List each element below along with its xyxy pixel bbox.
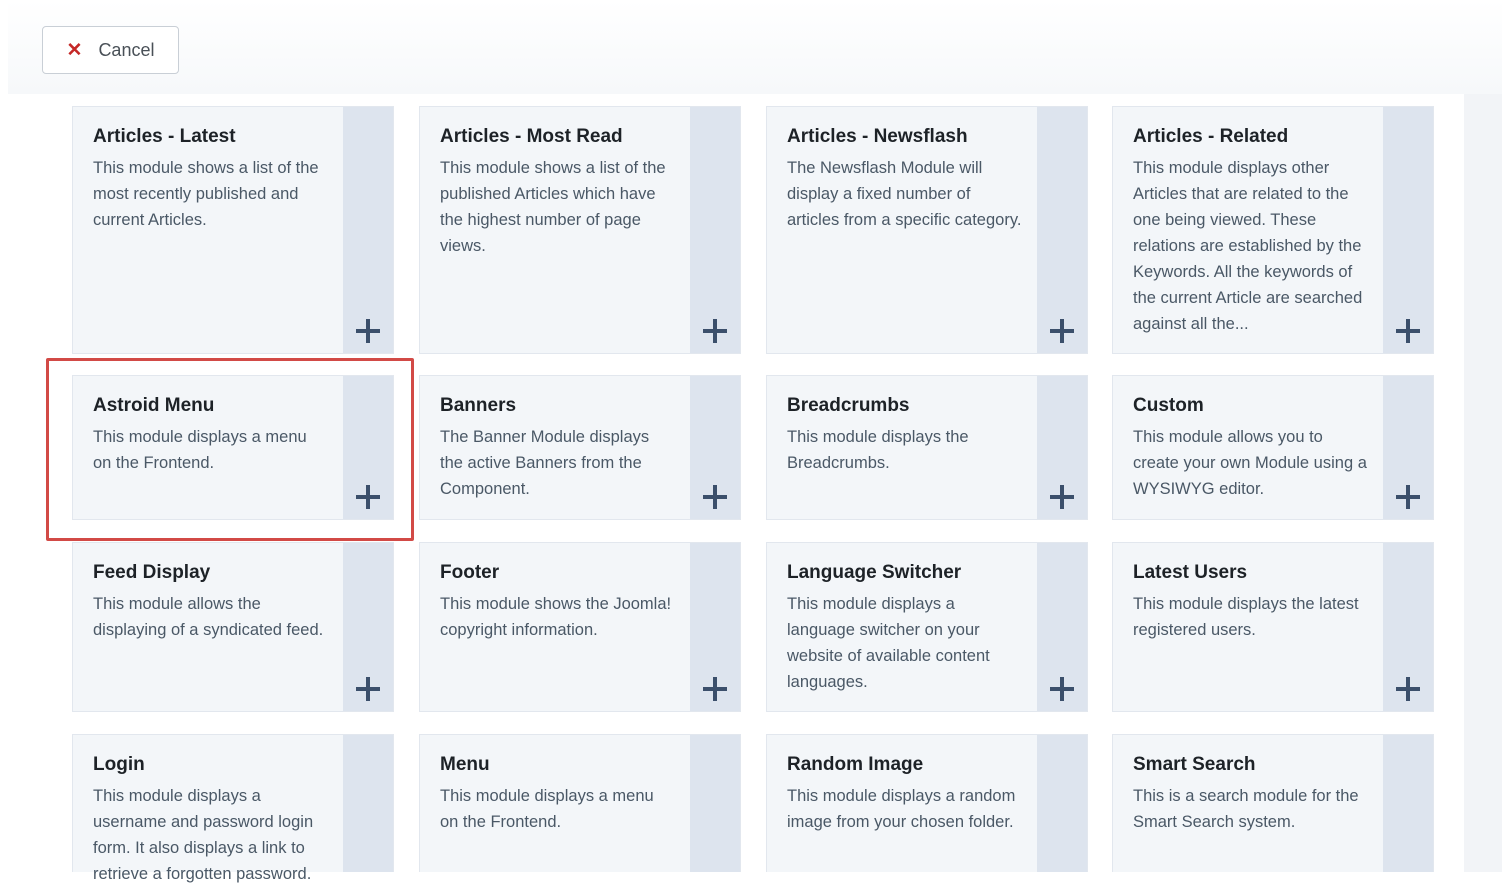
module-title: Footer [440,562,500,583]
add-module-button[interactable] [1383,543,1433,711]
plus-icon [356,677,380,701]
add-module-button[interactable] [343,376,393,519]
module-card-articles-related[interactable]: Articles - Related This module displays … [1112,106,1434,354]
close-icon: ✕ [66,39,83,61]
plus-icon [703,677,727,701]
plus-icon [1050,485,1074,509]
module-description: This module displays other Articles that… [1133,159,1363,333]
cancel-label: Cancel [98,39,155,60]
module-title: Banners [440,395,517,416]
plus-icon [1396,677,1420,701]
add-module-button[interactable] [1037,735,1087,872]
module-title: Articles - Latest [93,126,236,147]
module-card-random-image[interactable]: Random Image This module displays a rand… [766,734,1088,872]
module-card-smart-search[interactable]: Smart Search This is a search module for… [1112,734,1434,872]
module-card-articles-newsflash[interactable]: Articles - Newsflash The Newsflash Modul… [766,106,1088,354]
cancel-button[interactable]: ✕ Cancel [42,26,179,74]
module-description: This module displays the Breadcrumbs. [787,428,969,472]
add-module-button[interactable] [343,543,393,711]
module-description: This module displays a random image from… [787,787,1016,831]
add-module-button[interactable] [690,376,740,519]
add-module-button[interactable] [343,735,393,872]
scrollbar-track[interactable] [1464,94,1502,872]
module-description: The Newsflash Module will display a fixe… [787,159,1022,229]
module-description: This module shows a list of the most rec… [93,159,319,229]
module-title: Smart Search [1133,754,1256,775]
module-title: Feed Display [93,562,211,583]
module-description: This is a search module for the Smart Se… [1133,787,1359,831]
module-card-breadcrumbs[interactable]: Breadcrumbs This module displays the Bre… [766,375,1088,520]
plus-icon [356,319,380,343]
module-card-footer[interactable]: Footer This module shows the Joomla! cop… [419,542,741,712]
module-card-latest-users[interactable]: Latest Users This module displays the la… [1112,542,1434,712]
add-module-button[interactable] [690,543,740,711]
module-card-articles-most-read[interactable]: Articles - Most Read This module shows a… [419,106,741,354]
module-description: This module displays a menu on the Front… [440,787,654,831]
module-card-language-switcher[interactable]: Language Switcher This module displays a… [766,542,1088,712]
plus-icon [1050,319,1074,343]
module-title: Login [93,754,145,775]
add-module-button[interactable] [690,735,740,872]
toolbar: ✕ Cancel [8,0,1502,95]
module-description: This module displays a menu on the Front… [93,428,307,472]
plus-icon [1050,677,1074,701]
module-card-menu[interactable]: Menu This module displays a menu on the … [419,734,741,872]
module-description: This module displays a language switcher… [787,595,990,691]
module-title: Articles - Newsflash [787,126,968,147]
plus-icon [703,319,727,343]
module-title: Latest Users [1133,562,1248,583]
module-title: Articles - Related [1133,126,1289,147]
module-card-banners[interactable]: Banners The Banner Module displays the a… [419,375,741,520]
module-card-login[interactable]: Login This module displays a username an… [72,734,394,883]
module-description: This module shows a list of the publishe… [440,159,666,255]
module-title: Custom [1133,395,1204,416]
module-card-custom[interactable]: Custom This module allows you to create … [1112,375,1434,520]
module-description: This module shows the Joomla! copyright … [440,595,672,639]
module-title: Random Image [787,754,924,775]
module-title: Language Switcher [787,562,962,583]
module-title: Astroid Menu [93,395,215,416]
module-description: This module displays the latest register… [1133,595,1359,639]
module-card-feed-display[interactable]: Feed Display This module allows the disp… [72,542,394,712]
add-module-button[interactable] [1037,376,1087,519]
add-module-button[interactable] [690,107,740,353]
plus-icon [703,485,727,509]
add-module-button[interactable] [1037,543,1087,711]
plus-icon [1396,485,1420,509]
add-module-button[interactable] [1383,376,1433,519]
add-module-button[interactable] [1037,107,1087,353]
module-description: The Banner Module displays the active Ba… [440,428,650,498]
plus-icon [1396,319,1420,343]
module-title: Menu [440,754,490,775]
add-module-button[interactable] [343,107,393,353]
add-module-button[interactable] [1383,735,1433,872]
module-description: This module allows you to create your ow… [1133,428,1367,498]
plus-icon [356,485,380,509]
module-title: Articles - Most Read [440,126,623,147]
module-title: Breadcrumbs [787,395,910,416]
module-card-articles-latest[interactable]: Articles - Latest This module shows a li… [72,106,394,354]
add-module-button[interactable] [1383,107,1433,353]
module-description: This module displays a username and pass… [93,787,314,883]
module-card-astroid-menu[interactable]: Astroid Menu This module displays a menu… [72,375,394,520]
module-description: This module allows the displaying of a s… [93,595,324,639]
